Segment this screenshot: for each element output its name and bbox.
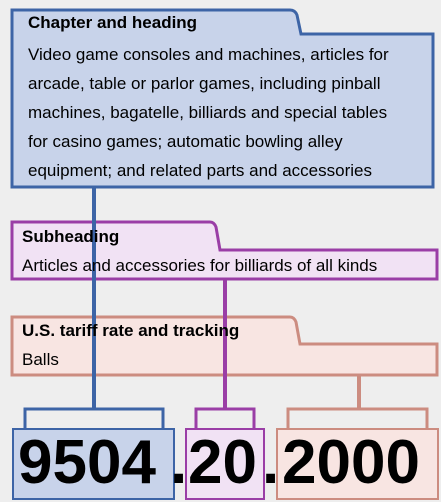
chapter-line: machines, bagatelle, billiards and speci…	[28, 103, 388, 122]
tariff-code-diagram: Chapter and heading Video game consoles …	[0, 0, 441, 502]
tariff-title: U.S. tariff rate and tracking	[22, 321, 240, 340]
tariff-description: Balls	[22, 350, 59, 369]
tariff-bracket	[286, 407, 429, 428]
code-separator: .	[170, 428, 188, 497]
chapter-line: Video game consoles and machines, articl…	[28, 45, 389, 64]
chapter-line: equipment; and related parts and accesso…	[28, 161, 372, 180]
subheading-description: Articles and accessories for billiards o…	[22, 256, 378, 275]
tariff-code: 2000	[282, 428, 420, 497]
chapter-line: for casino games; automatic bowling alle…	[28, 132, 343, 151]
chapter-code: 9504	[18, 428, 156, 497]
subheading-code: 20	[188, 428, 257, 497]
subheading-title: Subheading	[22, 227, 120, 246]
chapter-heading-title: Chapter and heading	[28, 13, 198, 32]
chapter-line: arcade, table or parlor games, including…	[28, 74, 381, 93]
chapter-bracket	[23, 407, 165, 428]
subheading-bracket	[194, 407, 256, 428]
chapter-description: Video game consoles and machines, articl…	[28, 40, 389, 185]
code-separator: .	[262, 428, 280, 497]
